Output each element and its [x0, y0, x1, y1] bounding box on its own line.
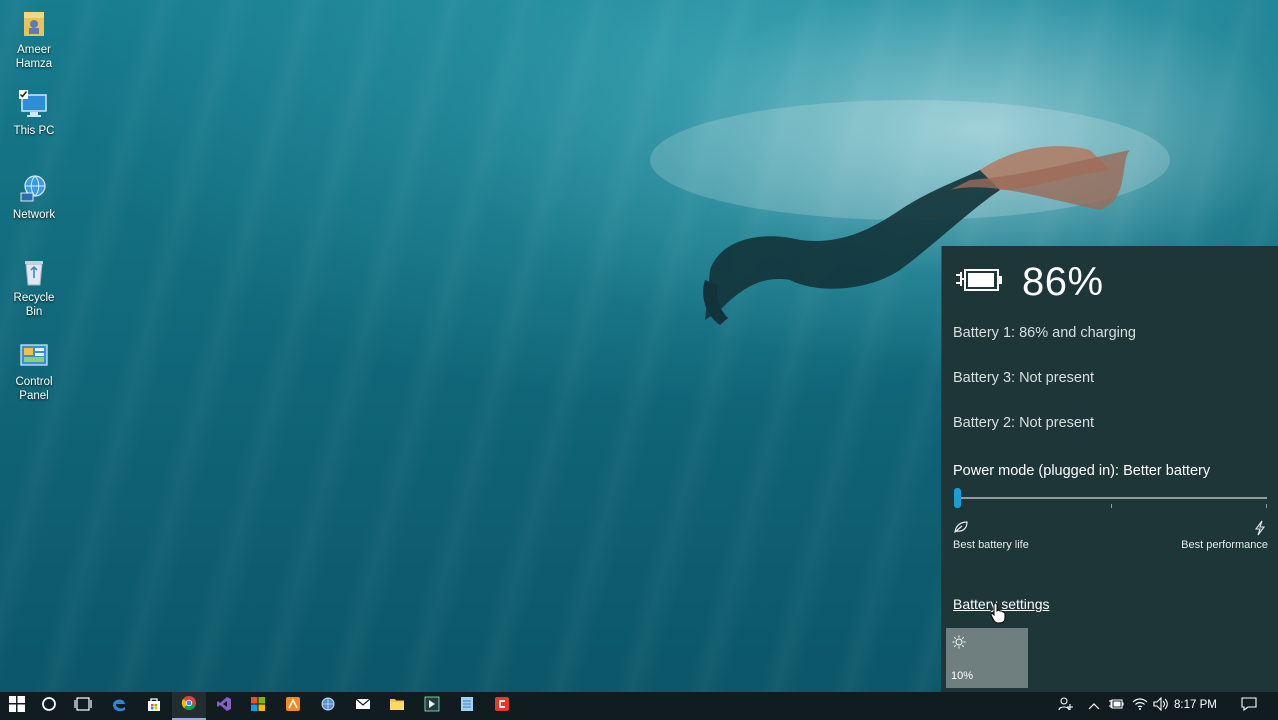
- app-globe-icon: [320, 696, 336, 717]
- file-explorer-icon: [389, 697, 405, 716]
- mail-icon: [355, 697, 371, 716]
- desktop-icon-recycle-bin[interactable]: Recycle Bin: [4, 256, 64, 319]
- best-performance-label: Best performance: [1181, 539, 1268, 551]
- taskbar-app-mail[interactable]: [346, 692, 380, 720]
- taskbar-app-dark[interactable]: [415, 692, 449, 720]
- battery-header: 86%: [954, 260, 1104, 304]
- brightness-sun-icon: [952, 635, 966, 654]
- taskbar-app-notepad[interactable]: [450, 692, 484, 720]
- battery-flyout: 86% Battery 1: 86% and charging Battery …: [942, 246, 1278, 692]
- control-panel-icon: [18, 340, 50, 372]
- action-center-button[interactable]: [1238, 692, 1260, 720]
- computer-icon: [18, 89, 50, 121]
- notepad-icon: [460, 696, 474, 717]
- power-mode-slider-track[interactable]: [955, 497, 1267, 499]
- app-dark-icon: [424, 696, 440, 717]
- cortana-icon: [41, 696, 57, 717]
- battery-percent: 86%: [1022, 259, 1104, 304]
- wifi-tray-button[interactable]: [1131, 692, 1149, 720]
- speaker-icon: [1153, 696, 1169, 716]
- taskbar-app-globe[interactable]: [311, 692, 345, 720]
- battery-tray-icon: [1108, 697, 1124, 715]
- power-mode-title: Power mode (plugged in): Better battery: [953, 463, 1211, 479]
- battery-tray-button[interactable]: [1107, 692, 1125, 720]
- app-red-icon: [494, 696, 510, 717]
- leaf-icon: [953, 520, 969, 539]
- desktop-icon-user-folder[interactable]: Ameer Hamza: [4, 8, 64, 71]
- task-view-button[interactable]: [66, 692, 100, 720]
- slider-tick: [1111, 504, 1112, 508]
- store-icon: [146, 696, 162, 717]
- taskbar-app-store[interactable]: [137, 692, 171, 720]
- people-icon: [1058, 696, 1074, 717]
- taskbar-app-chrome[interactable]: [172, 692, 206, 720]
- recycle-bin-icon: [18, 256, 50, 288]
- power-mode-slider-thumb[interactable]: [954, 488, 961, 508]
- windows-logo-icon: [9, 695, 25, 717]
- chevron-up-icon: [1088, 697, 1100, 715]
- taskbar-clock[interactable]: 8:17 PM: [1174, 699, 1217, 711]
- hand-cursor-icon: [990, 602, 1006, 624]
- visual-studio-icon: [216, 696, 232, 717]
- taskbar-app-orange[interactable]: [276, 692, 310, 720]
- user-folder-icon: [18, 8, 50, 40]
- lightning-icon: [1254, 520, 1266, 541]
- best-battery-life-label: Best battery life: [953, 539, 1029, 551]
- cortana-button[interactable]: [32, 692, 66, 720]
- taskbar-app-red[interactable]: [485, 692, 519, 720]
- taskbar: 8:17 PM: [0, 692, 1278, 720]
- desktop-icon-label: Recycle Bin: [13, 292, 55, 318]
- desktop-icon-network[interactable]: Network: [4, 173, 64, 222]
- start-button[interactable]: [0, 692, 34, 720]
- volume-tray-button[interactable]: [1152, 692, 1170, 720]
- office-icon: [250, 696, 266, 717]
- battery-charging-icon: [954, 267, 1004, 298]
- battery-1-status: Battery 1: 86% and charging: [953, 325, 1136, 341]
- desktop-icon-label: Network: [12, 209, 56, 221]
- network-icon: [18, 173, 50, 205]
- desktop-icon-this-pc[interactable]: This PC: [4, 89, 64, 138]
- app-orange-icon: [285, 696, 301, 717]
- desktop-icon-label: This PC: [13, 125, 55, 137]
- slider-tick: [1266, 504, 1267, 508]
- edge-icon: [111, 696, 127, 717]
- desktop-icon-control-panel[interactable]: Control Panel: [4, 340, 64, 403]
- notification-icon: [1241, 696, 1257, 717]
- desktop-icon-label: Control Panel: [15, 376, 53, 402]
- taskbar-app-edge[interactable]: [102, 692, 136, 720]
- battery-2-status: Battery 2: Not present: [953, 415, 1095, 431]
- brightness-quick-action[interactable]: 10%: [946, 628, 1028, 688]
- battery-3-status: Battery 3: Not present: [953, 370, 1095, 386]
- people-button[interactable]: [1056, 692, 1076, 720]
- taskbar-app-file-explorer[interactable]: [380, 692, 414, 720]
- taskbar-app-office[interactable]: [241, 692, 275, 720]
- chrome-icon: [181, 695, 197, 716]
- desktop-icon-label: Ameer Hamza: [15, 44, 53, 70]
- taskbar-app-visual-studio[interactable]: [207, 692, 241, 720]
- task-view-icon: [74, 696, 92, 716]
- show-hidden-icons-button[interactable]: [1086, 692, 1102, 720]
- wifi-icon: [1132, 697, 1148, 716]
- brightness-value: 10%: [951, 670, 974, 682]
